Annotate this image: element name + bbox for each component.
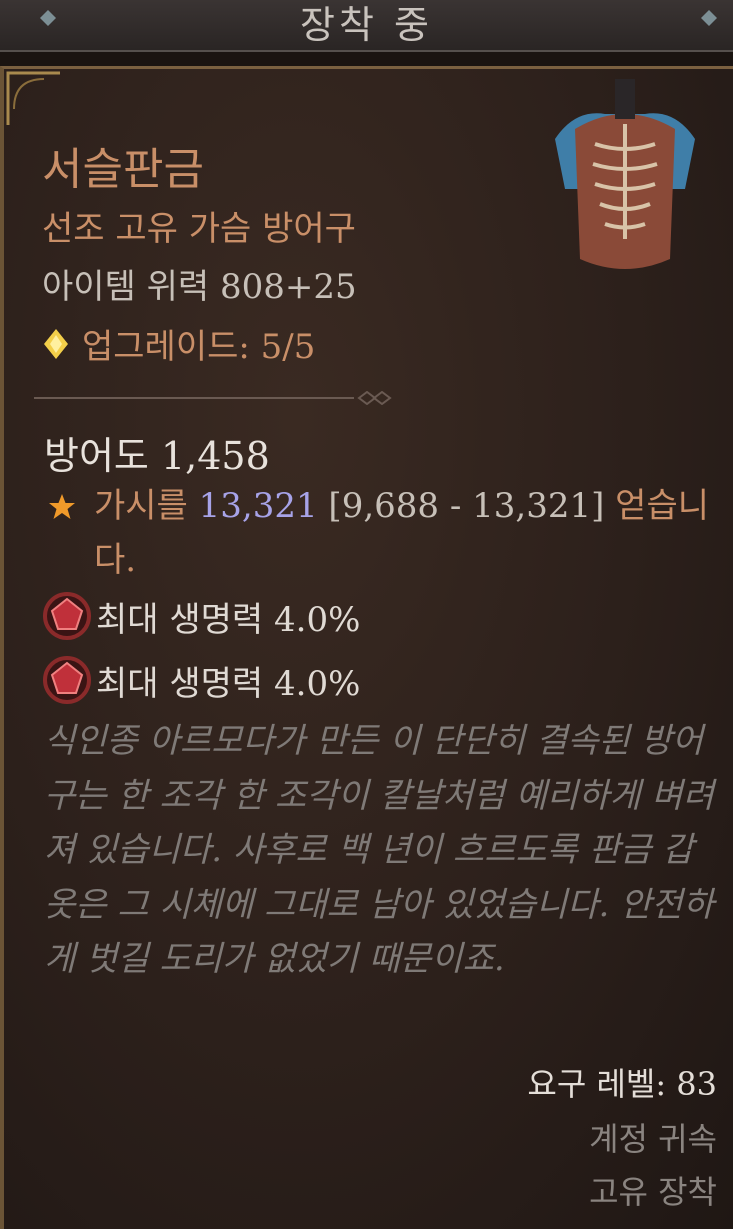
item-power: 아이템 위력 808+25 — [42, 267, 357, 307]
star-icon — [49, 494, 75, 519]
armor-value: 방어도 1,458 — [44, 434, 270, 478]
divider — [34, 391, 392, 405]
red-gem-icon — [43, 592, 91, 640]
chest-armor-icon — [555, 79, 695, 269]
red-gem-icon — [43, 656, 91, 704]
thorns-affix: 가시를 13,321 [9,688 - 13,321] 얻습니다. — [48, 479, 718, 587]
equipped-title: 장착 중 — [300, 3, 433, 47]
item-tooltip: 서슬판금 선조 고유 가슴 방어구 아이템 위력 808+25 업그레이드: 5… — [0, 66, 733, 1229]
item-name: 서슬판금 — [42, 144, 204, 195]
affix-row: 최대 생명력 4.0% — [40, 653, 360, 707]
flavor-text: 식인종 아르모다가 만든 이 단단히 결속된 방어구는 한 조각 한 조각이 칼… — [44, 721, 714, 979]
item-type: 선조 고유 가슴 방어구 — [42, 209, 356, 249]
thorns-range: [9,688 - 13,321] — [317, 486, 605, 526]
affix-text: 최대 생명력 4.0% — [96, 599, 361, 640]
equipped-header: 장착 중 — [0, 0, 733, 52]
thorns-text: 가시를 13,321 [9,688 - 13,321] 얻습니다. — [94, 486, 710, 580]
thorns-value: 13,321 — [198, 486, 318, 526]
header-ornament-icon — [701, 10, 717, 26]
account-bound: 계정 귀속 — [589, 1120, 717, 1158]
upgrade-row: 업그레이드: 5/5 — [44, 319, 315, 368]
corner-ornament-icon — [6, 71, 60, 125]
affix-text: 최대 생명력 4.0% — [96, 663, 361, 704]
diamond-icon — [44, 328, 68, 359]
unique-equip: 고유 장착 — [589, 1173, 717, 1211]
required-level: 요구 레벨: 83 — [527, 1065, 717, 1103]
affix-row: 최대 생명력 4.0% — [40, 589, 360, 643]
upgrade-text: 업그레이드: 5/5 — [82, 327, 316, 367]
